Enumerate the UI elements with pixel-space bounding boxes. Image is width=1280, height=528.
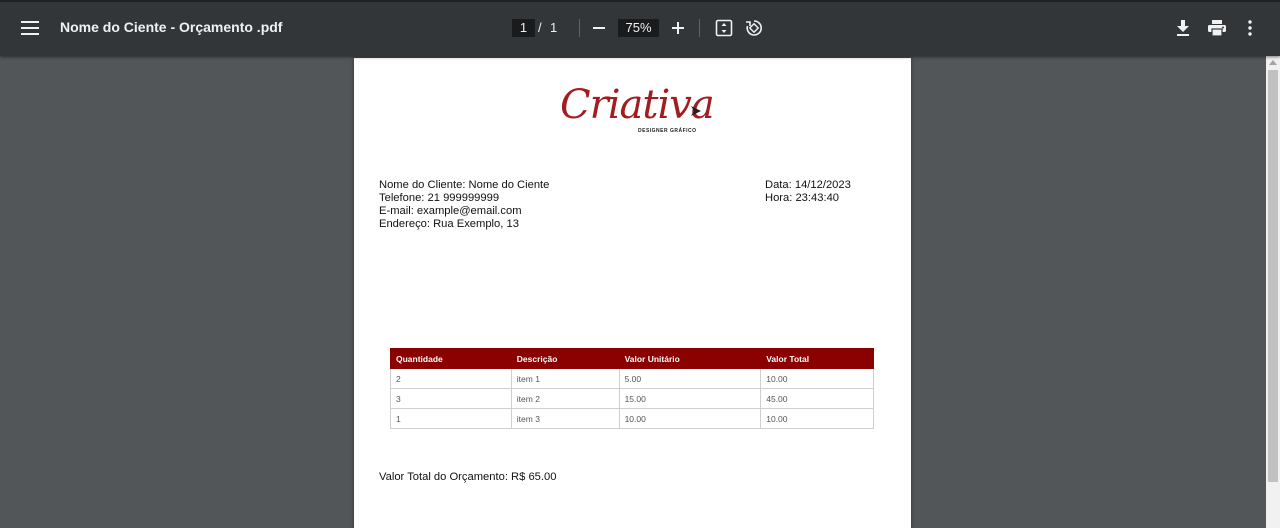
company-logo: Criativa DESIGNER GRÁFICO bbox=[560, 80, 715, 140]
items-table: Quantidade Descrição Valor Unitário Valo… bbox=[390, 348, 874, 429]
table-cell: item 1 bbox=[510, 368, 620, 389]
scrollbar-thumb[interactable] bbox=[1268, 70, 1278, 482]
quote-date: Data: 14/12/2023 bbox=[765, 179, 851, 191]
table-cell: 45.00 bbox=[760, 388, 874, 409]
print-button[interactable] bbox=[1201, 12, 1233, 44]
table-cell: 10.00 bbox=[618, 408, 762, 429]
logo-subtitle: DESIGNER GRÁFICO bbox=[638, 128, 697, 134]
client-address: Endereço: Rua Exemplo, 13 bbox=[379, 218, 519, 230]
rotate-icon bbox=[746, 20, 762, 36]
plus-icon bbox=[672, 22, 684, 34]
page-total: 1 bbox=[550, 20, 558, 35]
table-row: 1 item 3 10.00 10.00 bbox=[390, 408, 874, 429]
rotate-button[interactable] bbox=[738, 12, 770, 44]
table-row: 2 item 1 5.00 10.00 bbox=[390, 368, 874, 389]
table-cell: 2 bbox=[390, 368, 512, 389]
download-button[interactable] bbox=[1167, 12, 1199, 44]
toolbar-top-border bbox=[0, 0, 1280, 2]
client-info: Nome do Cliente: Nome do Ciente Telefone… bbox=[379, 179, 549, 231]
more-options-button[interactable] bbox=[1234, 12, 1266, 44]
more-vertical-icon bbox=[1248, 20, 1252, 36]
table-cell: 3 bbox=[390, 388, 512, 409]
table-cell: 1 bbox=[390, 408, 512, 429]
column-header: Valor Total bbox=[760, 348, 874, 369]
client-email: E-mail: example@email.com bbox=[379, 205, 522, 217]
fit-page-icon bbox=[715, 19, 733, 37]
column-header: Valor Unitário bbox=[618, 348, 762, 369]
download-icon bbox=[1177, 20, 1189, 36]
document-title: Nome do Ciente - Orçamento .pdf bbox=[60, 19, 283, 35]
cursor-arrow-icon bbox=[691, 106, 701, 116]
menu-icon bbox=[21, 21, 39, 35]
quote-time: Hora: 23:43:40 bbox=[765, 192, 840, 204]
column-header: Descrição bbox=[510, 348, 620, 369]
vertical-scrollbar[interactable] bbox=[1266, 56, 1280, 528]
client-name: Nome do Cliente: Nome do Ciente bbox=[379, 179, 550, 191]
minus-icon bbox=[593, 27, 605, 29]
table-cell: 10.00 bbox=[760, 368, 874, 389]
zoom-out-button[interactable] bbox=[583, 12, 615, 44]
page-number-input[interactable]: 1 bbox=[512, 19, 535, 37]
pdf-page: Criativa DESIGNER GRÁFICO Nome do Client… bbox=[354, 58, 911, 528]
table-cell: 5.00 bbox=[618, 368, 762, 389]
pdf-toolbar: Nome do Ciente - Orçamento .pdf 1 / 1 75… bbox=[0, 0, 1280, 56]
quote-total: Valor Total do Orçamento: R$ 65.00 bbox=[379, 471, 557, 483]
page-separator: / bbox=[538, 20, 542, 35]
menu-button[interactable] bbox=[14, 12, 46, 44]
column-header: Quantidade bbox=[390, 348, 512, 369]
client-phone: Telefone: 21 999999999 bbox=[379, 192, 500, 204]
table-cell: 15.00 bbox=[618, 388, 762, 409]
toolbar-divider bbox=[579, 19, 580, 37]
date-info: Data: 14/12/2023 Hora: 23:43:40 bbox=[765, 179, 851, 205]
table-cell: 10.00 bbox=[760, 408, 874, 429]
print-icon bbox=[1208, 20, 1226, 36]
fit-to-page-button[interactable] bbox=[708, 12, 740, 44]
table-cell: item 3 bbox=[510, 408, 620, 429]
logo-text: Criativa bbox=[560, 82, 715, 128]
table-cell: item 2 bbox=[510, 388, 620, 409]
zoom-in-button[interactable] bbox=[662, 12, 694, 44]
table-row: 3 item 2 15.00 45.00 bbox=[390, 388, 874, 409]
table-header-row: Quantidade Descrição Valor Unitário Valo… bbox=[390, 348, 874, 369]
toolbar-divider bbox=[699, 19, 700, 37]
zoom-level-input[interactable]: 75% bbox=[618, 19, 659, 37]
scroll-up-arrow-icon[interactable] bbox=[1269, 60, 1277, 65]
